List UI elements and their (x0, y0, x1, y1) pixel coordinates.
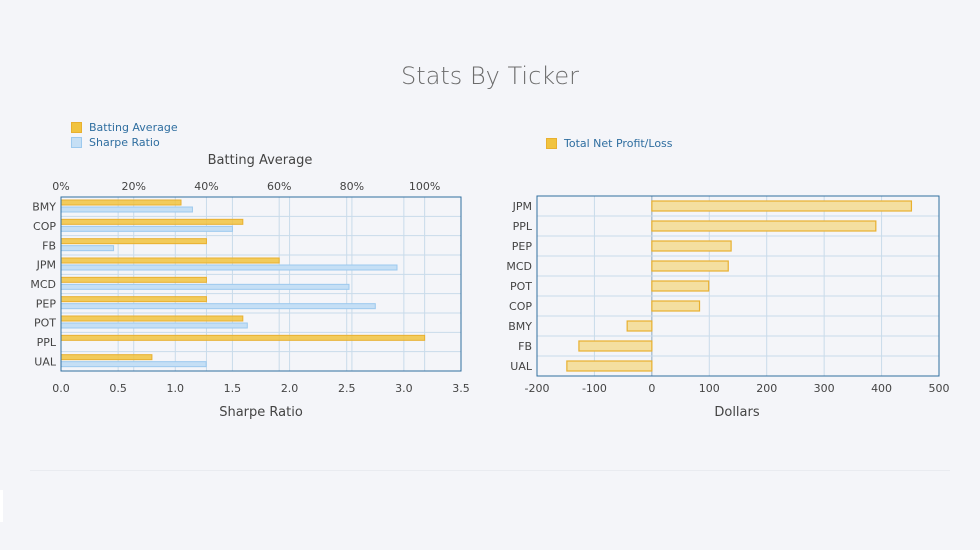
left-bar-sharpe-ratio (60, 225, 233, 232)
right-bar-net-profit-loss (651, 200, 913, 212)
left-bar-batting-average (60, 199, 182, 206)
left-bar-batting-average (60, 296, 207, 303)
right-category-label: PPL (513, 220, 533, 233)
right-bar-net-profit-loss (651, 240, 732, 252)
right-category-label: MCD (506, 260, 532, 273)
right-x-tick-label: 100 (699, 382, 720, 395)
left-top-tick-label: 20% (122, 180, 146, 193)
bottom-divider (30, 470, 950, 471)
left-bar-sharpe-ratio (60, 283, 350, 290)
left-bottom-tick-label: 2.5 (338, 382, 356, 395)
left-category-label: POT (34, 317, 56, 330)
right-bar-net-profit-loss (651, 280, 710, 292)
left-category-label: JPM (36, 259, 56, 272)
right-bar-net-profit-loss (651, 300, 701, 312)
right-bar-net-profit-loss (626, 320, 653, 332)
left-category-label: UAL (34, 355, 57, 368)
right-category-label: FB (518, 340, 532, 353)
left-category-label: PEP (36, 297, 57, 310)
left-category-label: COP (33, 220, 56, 233)
left-bar-batting-average (60, 315, 244, 322)
right-x-tick-label: 300 (814, 382, 835, 395)
left-bottom-tick-label: 3.0 (395, 382, 413, 395)
left-bar-batting-average (60, 257, 280, 264)
left-top-tick-label: 40% (194, 180, 218, 193)
right-x-tick-label: -200 (525, 382, 550, 395)
right-x-tick-label: 500 (929, 382, 950, 395)
left-bar-sharpe-ratio (60, 264, 398, 271)
left-top-tick-label: 100% (409, 180, 440, 193)
left-bottom-tick-label: 1.5 (224, 382, 242, 395)
right-category-label: POT (510, 280, 532, 293)
left-bottom-tick-label: 0.5 (109, 382, 127, 395)
right-x-tick-label: 200 (756, 382, 777, 395)
left-bar-sharpe-ratio (60, 245, 115, 252)
left-edge-strip (0, 490, 3, 522)
left-bar-chart: 0.0 0.5 1.0 1.5 2.0 2.5 3.0 3.5 0% 20% 40% 60% 80% 10… (30, 180, 950, 395)
right-category-label: COP (509, 300, 532, 313)
right-x-tick-label: 0 (648, 382, 655, 395)
right-category-label: PEP (512, 240, 533, 253)
left-bottom-tick-label: 0.0 (52, 382, 70, 395)
right-bar-net-profit-loss (566, 360, 653, 372)
left-bottom-tick-label: 2.0 (281, 382, 299, 395)
left-top-tick-label: 0% (52, 180, 69, 193)
left-bar-sharpe-ratio (60, 361, 207, 368)
right-x-tick-label: 400 (871, 382, 892, 395)
right-bar-net-profit-loss (651, 260, 729, 272)
right-category-label: UAL (510, 360, 533, 373)
left-bar-batting-average (60, 354, 153, 361)
right-bar-net-profit-loss (651, 220, 877, 232)
left-bar-sharpe-ratio (60, 206, 193, 213)
right-category-label: JPM (512, 200, 532, 213)
left-category-label: BMY (32, 201, 56, 214)
left-category-label: PPL (37, 336, 57, 349)
right-bar-net-profit-loss (578, 340, 653, 352)
left-bar-batting-average (60, 238, 207, 245)
left-bar-batting-average (60, 276, 207, 283)
left-bar-batting-average (60, 334, 426, 341)
left-top-tick-label: 60% (267, 180, 291, 193)
left-top-tick-label: 80% (340, 180, 364, 193)
left-bar-sharpe-ratio (60, 322, 248, 329)
left-bar-batting-average (60, 218, 244, 225)
left-category-label: MCD (30, 278, 56, 291)
left-bottom-tick-label: 3.5 (452, 382, 470, 395)
right-category-label: BMY (508, 320, 532, 333)
left-bar-sharpe-ratio (60, 303, 376, 310)
dashboard-page: Stats By Ticker Batting Average Sharpe R… (0, 0, 980, 550)
left-category-label: FB (42, 239, 56, 252)
left-bottom-tick-label: 1.0 (167, 382, 185, 395)
right-x-tick-label: -100 (582, 382, 607, 395)
